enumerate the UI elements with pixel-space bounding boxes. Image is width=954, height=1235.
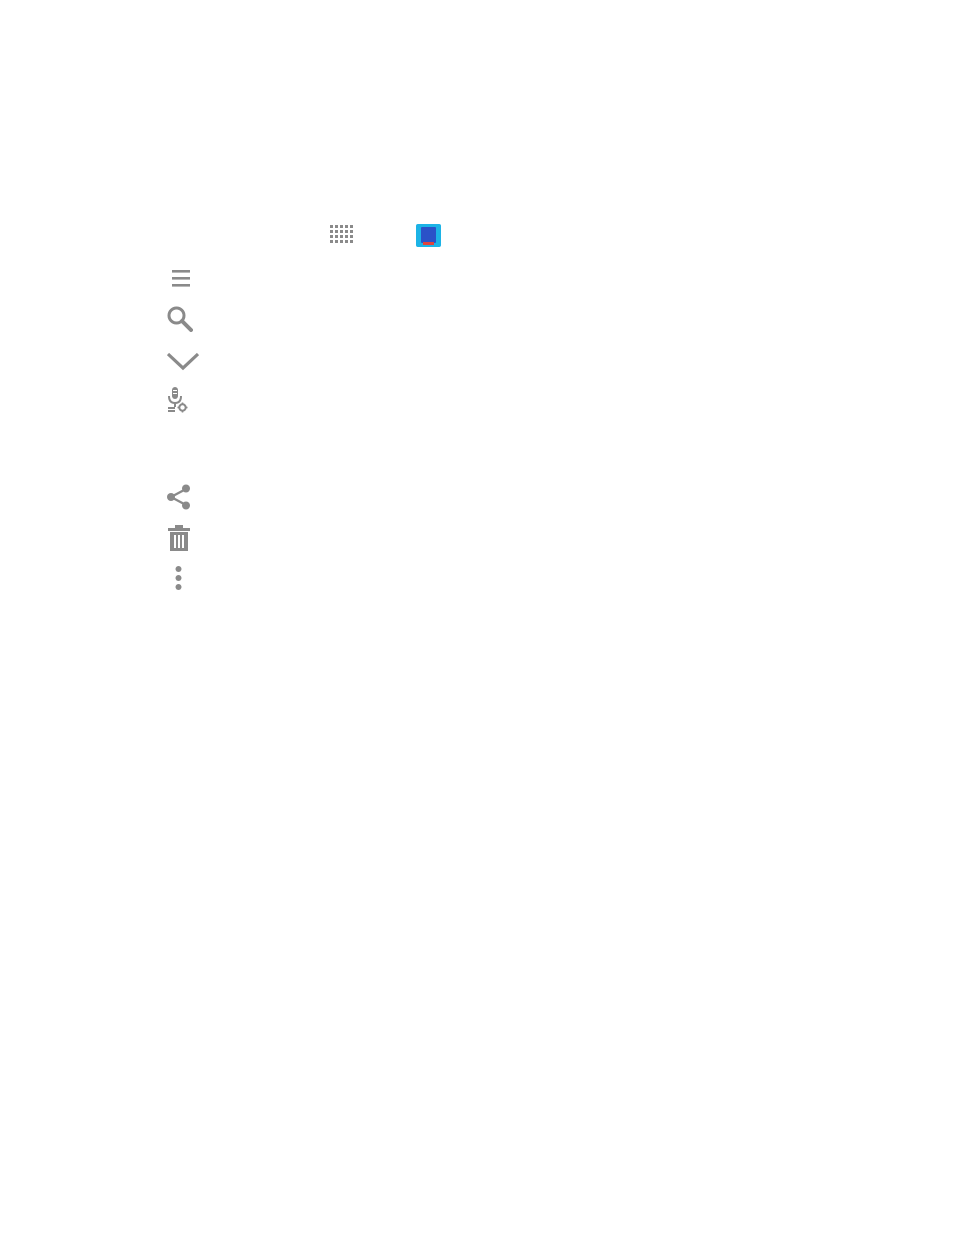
share-icon <box>166 484 192 510</box>
chevron-down-icon <box>166 351 200 371</box>
app-tile-icon <box>416 224 441 247</box>
trash-icon <box>167 525 191 551</box>
menu-icon <box>171 268 191 288</box>
more-options-icon <box>174 565 183 591</box>
search-icon <box>166 305 193 332</box>
apps-grid-icon <box>329 224 355 246</box>
voice-settings-icon <box>165 386 189 413</box>
